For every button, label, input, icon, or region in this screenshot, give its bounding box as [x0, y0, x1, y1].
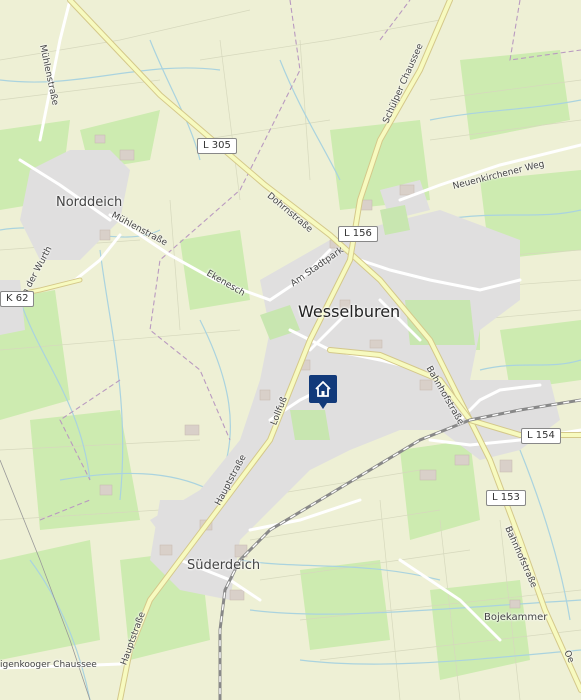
road-shield-l156: L 156 — [338, 226, 378, 242]
map-view[interactable]: Wesselburen Norddeich Süderdeich Bojekam… — [0, 0, 581, 700]
road-shield-l153: L 153 — [486, 490, 526, 506]
location-marker[interactable] — [309, 375, 337, 409]
place-label-wesselburen: Wesselburen — [298, 302, 401, 321]
street-label-wiegenkooger-chaussee: igenkooger Chaussee — [0, 660, 97, 670]
road-shield-l305: L 305 — [197, 138, 237, 154]
place-label-norddeich: Norddeich — [56, 195, 123, 210]
road-shield-l154: L 154 — [521, 428, 561, 444]
place-label-bojekammer: Bojekammer — [484, 612, 548, 623]
road-shield-k62: K 62 — [0, 291, 35, 307]
map-canvas[interactable] — [0, 0, 581, 700]
place-label-suederdeich: Süderdeich — [187, 558, 261, 573]
house-icon — [315, 381, 331, 397]
